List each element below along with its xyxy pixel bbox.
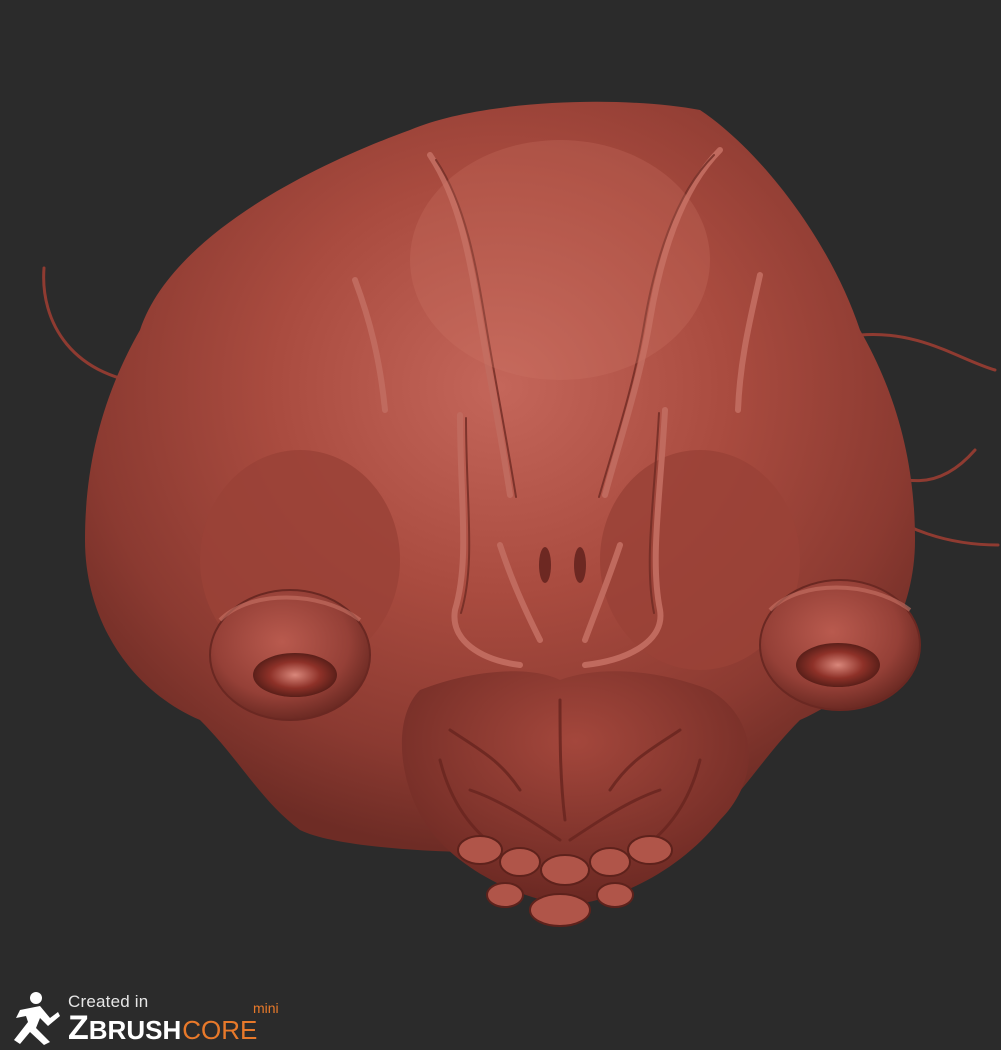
ear-left	[209, 589, 371, 721]
zbrush-viewport[interactable]: Created in mini ZBRUSHCORE	[0, 0, 1001, 1050]
brand-brush: BRUSH	[88, 1015, 182, 1045]
brand-z: Z	[68, 1009, 89, 1047]
sculpt-render	[42, 101, 1000, 927]
brand-core: CORE	[182, 1015, 258, 1045]
brand-logotype: ZBRUSHCORE	[68, 1011, 257, 1045]
zbrushcore-watermark: Created in mini ZBRUSHCORE	[6, 988, 306, 1048]
ear-right	[759, 579, 921, 711]
running-figure-icon	[14, 992, 60, 1045]
